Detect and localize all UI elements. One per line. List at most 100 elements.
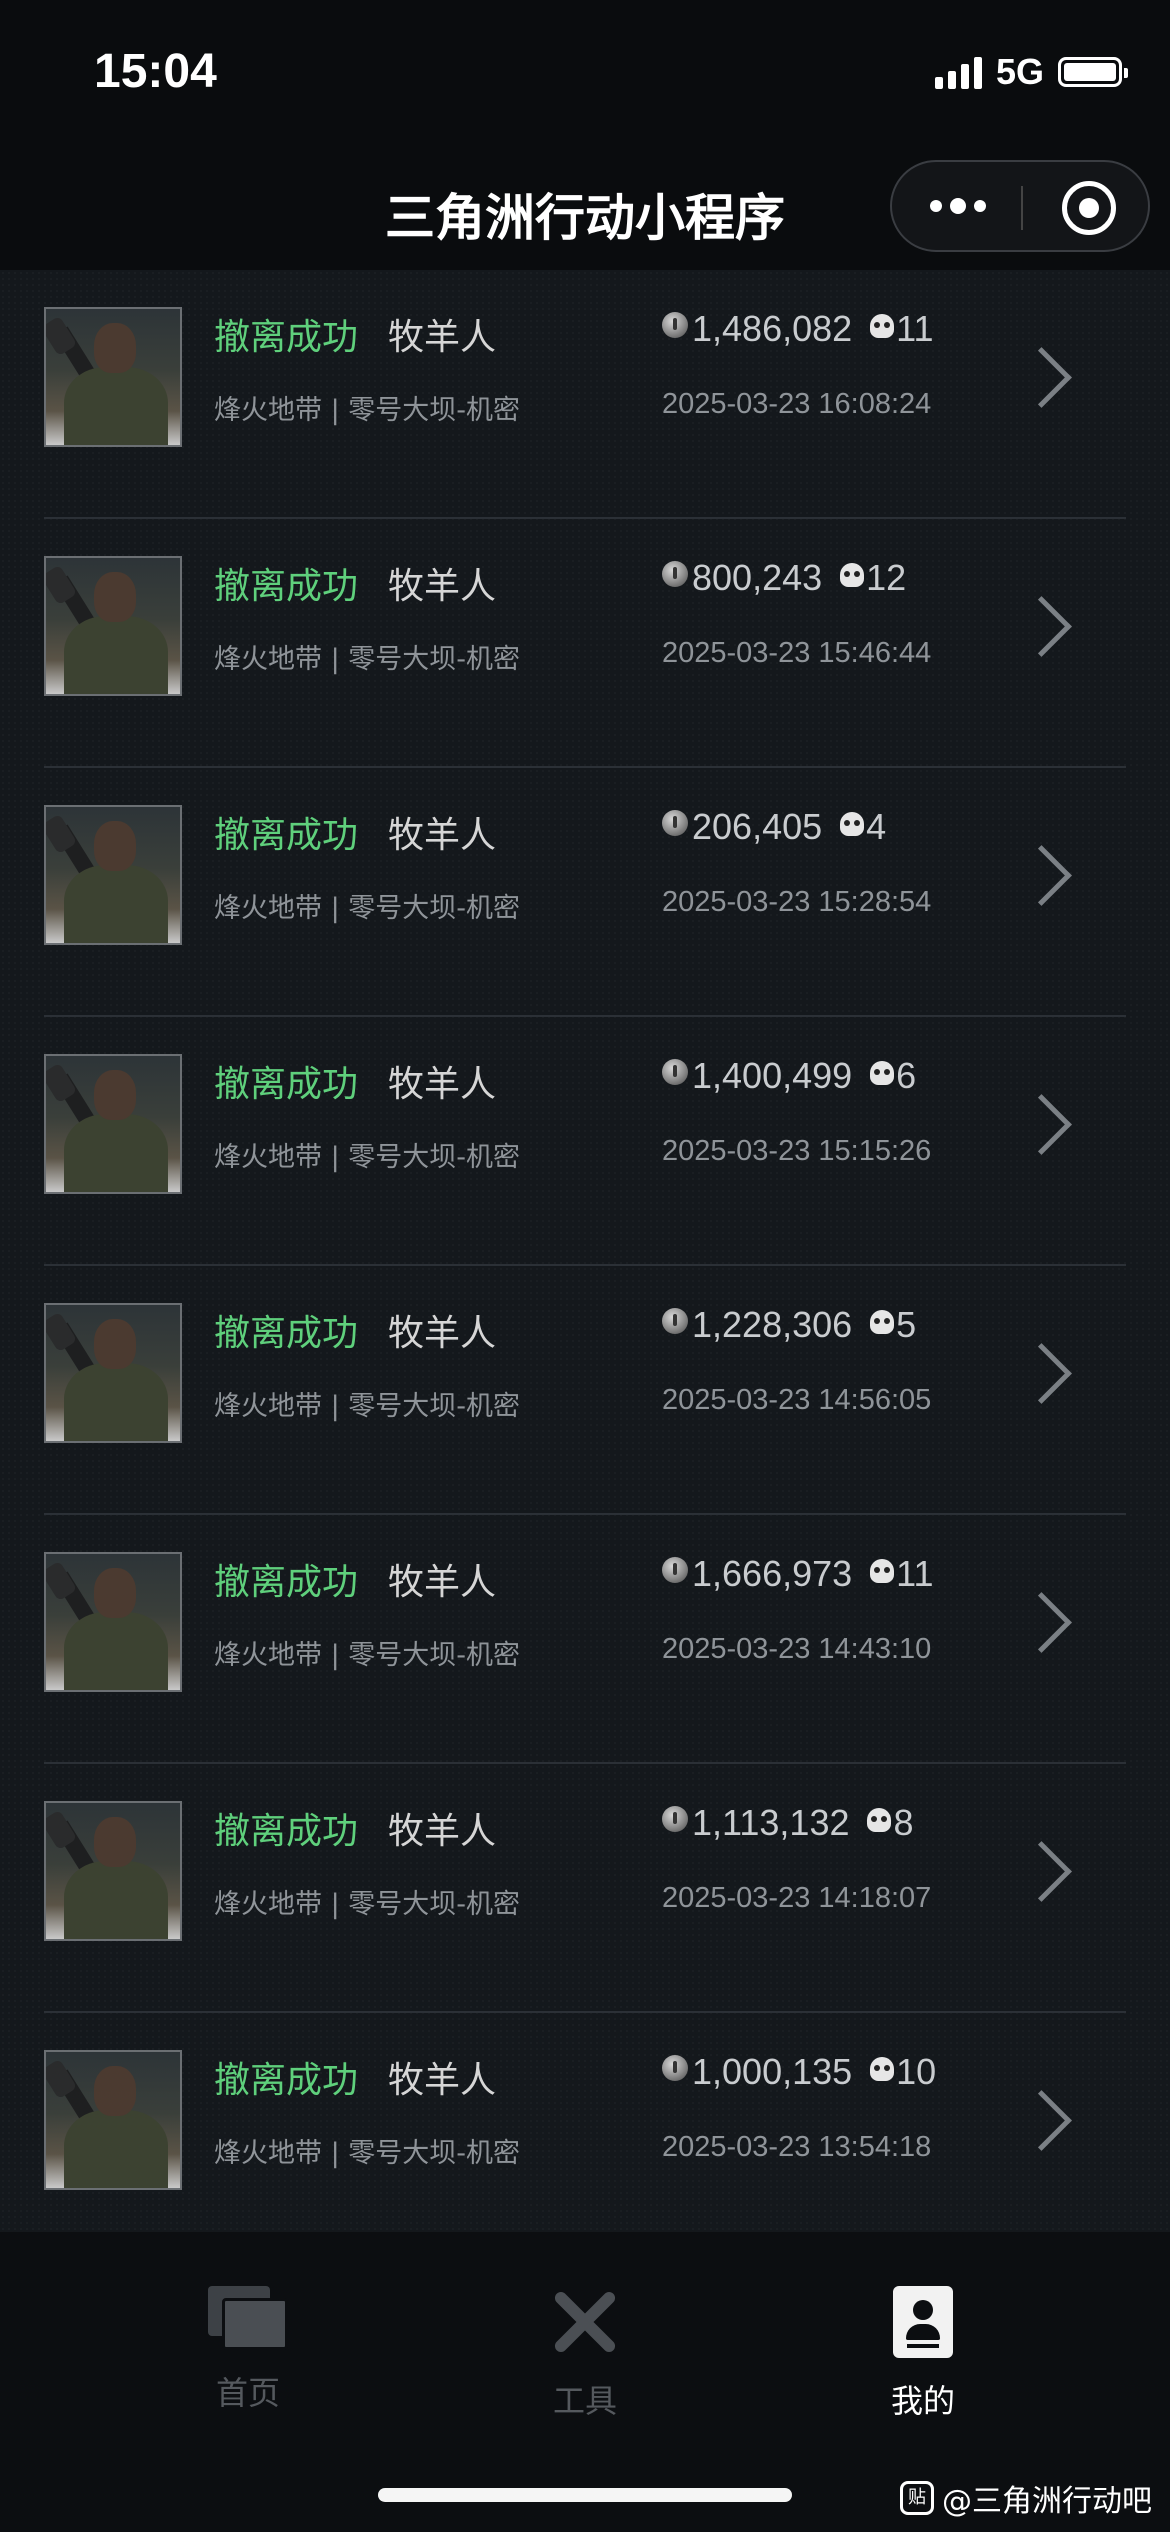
tab-label: 我的 [890,2382,955,2420]
tab-mine[interactable]: 我的 [823,2286,1023,2422]
operator-name: 牧羊人 [388,1064,497,1105]
tab-home[interactable]: 首页 [148,2286,348,2414]
extraction-status: 撤离成功 [214,1064,359,1105]
skull-icon [840,812,865,836]
skull-icon [870,1559,895,1583]
status-time: 15:04 [94,45,217,98]
loot-value: 1,400,499 6 [662,1055,916,1097]
operator-name: 牧羊人 [388,1313,497,1354]
operator-avatar [44,1801,182,1941]
operator-avatar [44,556,182,696]
match-time: 2025-03-23 15:28:54 [662,886,932,918]
skull-icon [870,1310,895,1334]
operator-name: 牧羊人 [388,317,497,358]
close-target-icon[interactable] [1062,181,1116,235]
coin-icon [662,1308,688,1334]
map-info: 烽火地带 | 零号大坝-机密 [214,1142,521,1173]
record-list[interactable]: 撤离成功 牧羊人 1,486,082 11 烽火地带 | 零号大坝-机密 202… [0,270,1170,2232]
value-amount: 1,400,499 [692,1055,853,1096]
value-amount: 1,228,306 [692,1304,853,1345]
kill-count: 12 [866,557,907,598]
loot-value: 800,243 12 [662,557,906,599]
extraction-status: 撤离成功 [214,815,359,856]
match-time: 2025-03-23 13:54:18 [662,2131,932,2163]
kill-count: 11 [896,1553,934,1594]
map-info: 烽火地带 | 零号大坝-机密 [214,2138,521,2169]
map-info: 烽火地带 | 零号大坝-机密 [214,644,521,675]
chevron-right-icon [1011,596,1072,657]
skull-icon [867,1808,892,1832]
extraction-status: 撤离成功 [214,1811,359,1852]
list-item[interactable]: 撤离成功 牧羊人 206,405 4 烽火地带 | 零号大坝-机密 2025-0… [44,768,1126,1017]
kill-count: 8 [893,1802,914,1843]
kill-count: 5 [896,1304,917,1345]
match-time: 2025-03-23 16:08:24 [662,388,932,420]
value-amount: 800,243 [692,557,823,598]
value-amount: 1,666,973 [692,1553,853,1594]
operator-name: 牧羊人 [388,2060,497,2101]
operator-avatar [44,1303,182,1443]
operator-avatar [44,307,182,447]
chevron-right-icon [1011,1343,1072,1404]
tieba-icon: 贴 [900,2481,934,2515]
list-item[interactable]: 撤离成功 牧羊人 1,228,306 5 烽火地带 | 零号大坝-机密 2025… [44,1266,1126,1515]
value-amount: 1,000,135 [692,2051,853,2092]
extraction-status: 撤离成功 [214,566,359,607]
tab-label: 首页 [215,2374,280,2412]
loot-value: 206,405 4 [662,806,886,848]
list-item[interactable]: 撤离成功 牧羊人 1,666,973 11 烽火地带 | 零号大坝-机密 202… [44,1515,1126,1764]
loot-value: 1,228,306 5 [662,1304,916,1346]
coin-icon [662,561,688,587]
skull-icon [840,563,865,587]
battery-icon [1058,57,1128,87]
tools-icon [549,2286,621,2358]
match-time: 2025-03-23 14:43:10 [662,1633,932,1665]
list-item[interactable]: 撤离成功 牧羊人 800,243 12 烽火地带 | 零号大坝-机密 2025-… [44,519,1126,768]
coin-icon [662,1557,688,1583]
kill-count: 10 [896,2051,937,2092]
operator-name: 牧羊人 [388,566,497,607]
list-item[interactable]: 撤离成功 牧羊人 1,486,082 11 烽火地带 | 零号大坝-机密 202… [44,270,1126,519]
tab-label: 工具 [552,2382,617,2420]
operator-avatar [44,1552,182,1692]
coin-icon [662,2055,688,2081]
list-item[interactable]: 撤离成功 牧羊人 1,000,135 10 烽火地带 | 零号大坝-机密 202… [44,2013,1126,2232]
operator-avatar [44,1054,182,1194]
match-time: 2025-03-23 14:56:05 [662,1384,932,1416]
chevron-right-icon [1011,347,1072,408]
extraction-status: 撤离成功 [214,2060,359,2101]
map-info: 烽火地带 | 零号大坝-机密 [214,1889,521,1920]
operator-avatar [44,805,182,945]
map-info: 烽火地带 | 零号大坝-机密 [214,1391,521,1422]
miniprogram-capsule [890,160,1150,252]
watermark: 贴 @三角洲行动吧 [900,2476,1152,2520]
chevron-right-icon [1011,845,1072,906]
kill-count: 6 [896,1055,917,1096]
coin-icon [662,312,688,338]
skull-icon [870,2057,895,2081]
coin-icon [662,1059,688,1085]
coin-icon [662,1806,688,1832]
loot-value: 1,000,135 10 [662,2051,936,2093]
match-time: 2025-03-23 14:18:07 [662,1882,932,1914]
loot-value: 1,113,132 8 [662,1802,914,1844]
list-item[interactable]: 撤离成功 牧羊人 1,113,132 8 烽火地带 | 零号大坝-机密 2025… [44,1764,1126,2013]
watermark-text: @三角洲行动吧 [942,2484,1152,2519]
tab-tools[interactable]: 工具 [485,2286,685,2422]
operator-name: 牧羊人 [388,1562,497,1603]
folder-icon [208,2286,288,2350]
more-dots-icon[interactable] [930,198,986,214]
chevron-right-icon [1011,1094,1072,1155]
value-amount: 1,486,082 [692,308,853,349]
loot-value: 1,666,973 11 [662,1553,934,1595]
operator-name: 牧羊人 [388,815,497,856]
status-indicators: 5G [934,51,1128,92]
extraction-status: 撤离成功 [214,1313,359,1354]
home-indicator[interactable] [378,2488,792,2502]
extraction-status: 撤离成功 [214,1562,359,1603]
skull-icon [870,314,895,338]
loot-value: 1,486,082 11 [662,308,934,350]
extraction-status: 撤离成功 [214,317,359,358]
match-time: 2025-03-23 15:46:44 [662,637,932,669]
list-item[interactable]: 撤离成功 牧羊人 1,400,499 6 烽火地带 | 零号大坝-机密 2025… [44,1017,1126,1266]
